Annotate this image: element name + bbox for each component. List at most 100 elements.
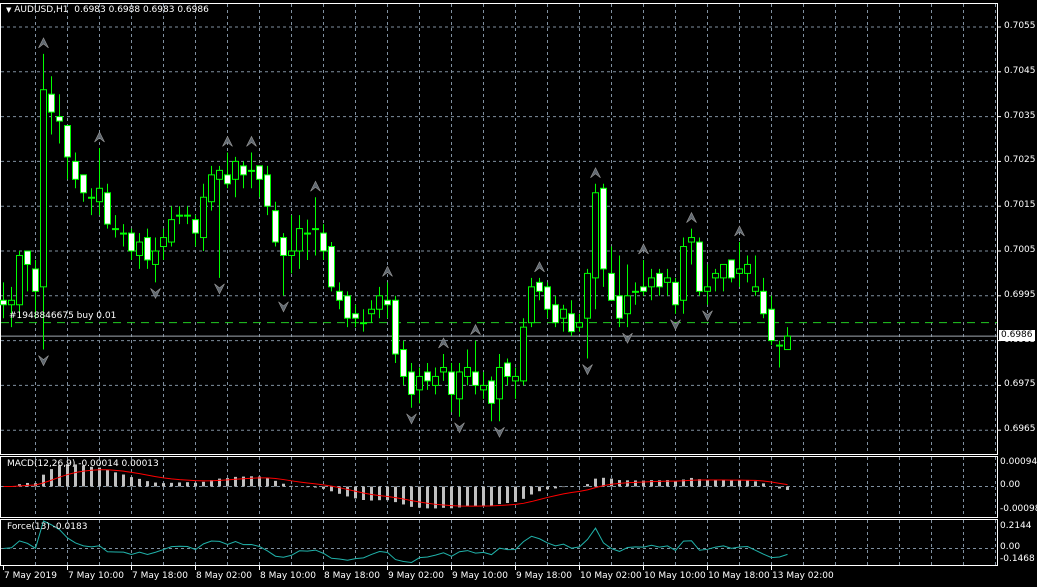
symbol-label: AUDUSD,H1: [14, 5, 69, 15]
time-axis-label: 10 May 18:00: [708, 571, 770, 581]
fractal-up-arrow-icon: [94, 131, 105, 143]
time-axis-label: 8 May 10:00: [260, 571, 316, 581]
bullish-candle: [440, 366, 447, 373]
bearish-candle: [400, 349, 407, 377]
bearish-candle: [504, 362, 511, 377]
fractal-up-arrow-icon: [310, 180, 321, 192]
bearish-candle: [352, 313, 359, 319]
bearish-candle: [224, 174, 231, 185]
fractal-down-arrow-icon: [494, 427, 505, 438]
price-axis-label: 0.7005: [1004, 245, 1036, 255]
chart-title: ▼ AUDUSD,H1 0.6983 0.6988 0.6983 0.6986: [6, 5, 209, 16]
force-axis-label: 0.2144: [1000, 521, 1032, 531]
time-axis-label: 7 May 18:00: [132, 571, 188, 581]
price-axis-label: 0.7045: [1004, 65, 1036, 76]
bullish-candle: [176, 214, 183, 217]
fractal-down-arrow-icon: [278, 301, 289, 313]
bearish-candle: [328, 246, 335, 288]
fractal-up-arrow-icon: [438, 337, 449, 349]
time-axis-label: 8 May 02:00: [196, 571, 252, 581]
bearish-candle: [768, 308, 775, 342]
bearish-candle: [408, 371, 415, 395]
bearish-candle: [240, 165, 247, 176]
price-axis-label: 0.6975: [1004, 379, 1036, 390]
bullish-candle: [160, 237, 167, 248]
bearish-candle: [264, 174, 271, 207]
bullish-candle: [16, 254, 23, 306]
macd-axis-label: 0.00094: [1000, 457, 1037, 467]
bullish-candle: [744, 263, 751, 274]
triangle-down-icon[interactable]: ▼: [6, 6, 11, 14]
bullish-candle: [40, 89, 47, 288]
bullish-candle: [464, 366, 471, 377]
bearish-candle: [608, 272, 615, 301]
bearish-candle: [192, 219, 199, 234]
bearish-candle: [488, 380, 495, 404]
bullish-candle: [288, 250, 295, 256]
bullish-candle: [368, 308, 375, 315]
force-axis-label: -0.1468: [1000, 554, 1035, 564]
bullish-candle: [592, 192, 599, 279]
fractal-down-arrow-icon: [38, 355, 49, 367]
bullish-candle: [112, 228, 119, 231]
bearish-candle: [280, 237, 287, 256]
fractal-down-arrow-icon: [214, 283, 225, 295]
bullish-candle: [200, 196, 207, 239]
bullish-candle: [248, 169, 255, 172]
bearish-candle: [128, 232, 135, 252]
macd-label: MACD(12,26,9) -0.00014 0.00013: [7, 459, 159, 469]
force-panel-border: [0, 519, 998, 566]
bullish-candle: [720, 263, 727, 279]
price-axis-label: 0.6965: [1004, 424, 1036, 435]
bullish-candle: [136, 241, 143, 256]
bullish-candle: [688, 237, 695, 243]
fractal-up-arrow-icon: [38, 37, 49, 49]
bearish-candle: [672, 281, 679, 306]
bullish-candle: [88, 196, 95, 199]
fractal-down-arrow-icon: [454, 422, 465, 434]
time-axis-label: 10 May 02:00: [580, 571, 642, 581]
fractal-down-arrow-icon: [150, 288, 161, 300]
bullish-candle: [232, 160, 239, 180]
time-axis-label: 13 May 02:00: [772, 571, 834, 581]
bullish-candle: [456, 371, 463, 400]
fractal-down-arrow-icon: [582, 364, 593, 376]
bullish-candle: [360, 322, 367, 325]
bid-price-label: 0.6986: [999, 330, 1035, 342]
bearish-candle: [256, 165, 263, 180]
bullish-candle: [120, 232, 127, 235]
ohlc-readout: 0.6983 0.6988 0.6983 0.6986: [74, 5, 209, 15]
bearish-candle: [384, 299, 391, 306]
bearish-candle: [640, 286, 647, 292]
price-axis-label: 0.7015: [1004, 200, 1036, 211]
bearish-candle: [24, 250, 31, 265]
bearish-candle: [72, 160, 79, 180]
bearish-candle: [80, 174, 87, 194]
bullish-candle: [8, 299, 15, 306]
bullish-candle: [584, 272, 591, 319]
bullish-candle: [712, 272, 719, 279]
fractal-up-arrow-icon: [686, 211, 697, 223]
order-label[interactable]: #1948846675 buy 0.01: [9, 311, 116, 322]
bearish-candle: [104, 192, 111, 225]
bearish-candle: [696, 241, 703, 292]
bullish-candle: [168, 219, 175, 243]
fractal-down-arrow-icon: [406, 413, 417, 425]
bearish-candle: [536, 281, 543, 292]
time-axis-label: 9 May 18:00: [516, 571, 572, 581]
macd-axis-label: 0.00: [1000, 480, 1021, 490]
bullish-candle: [304, 232, 311, 235]
force-axis-label: 0.00: [1000, 542, 1021, 552]
chart-canvas[interactable]: [0, 0, 1037, 587]
bearish-candle: [344, 295, 351, 319]
bearish-candle: [0, 299, 7, 306]
time-axis-label: 8 May 18:00: [324, 571, 380, 581]
bullish-candle: [752, 286, 759, 292]
bearish-candle: [48, 93, 55, 113]
bearish-candle: [32, 268, 39, 292]
fractal-up-arrow-icon: [590, 167, 601, 179]
bullish-candle: [632, 290, 639, 293]
time-axis-label: 9 May 02:00: [388, 571, 444, 581]
bullish-candle: [560, 308, 567, 319]
time-axis-label: 9 May 10:00: [452, 571, 508, 581]
